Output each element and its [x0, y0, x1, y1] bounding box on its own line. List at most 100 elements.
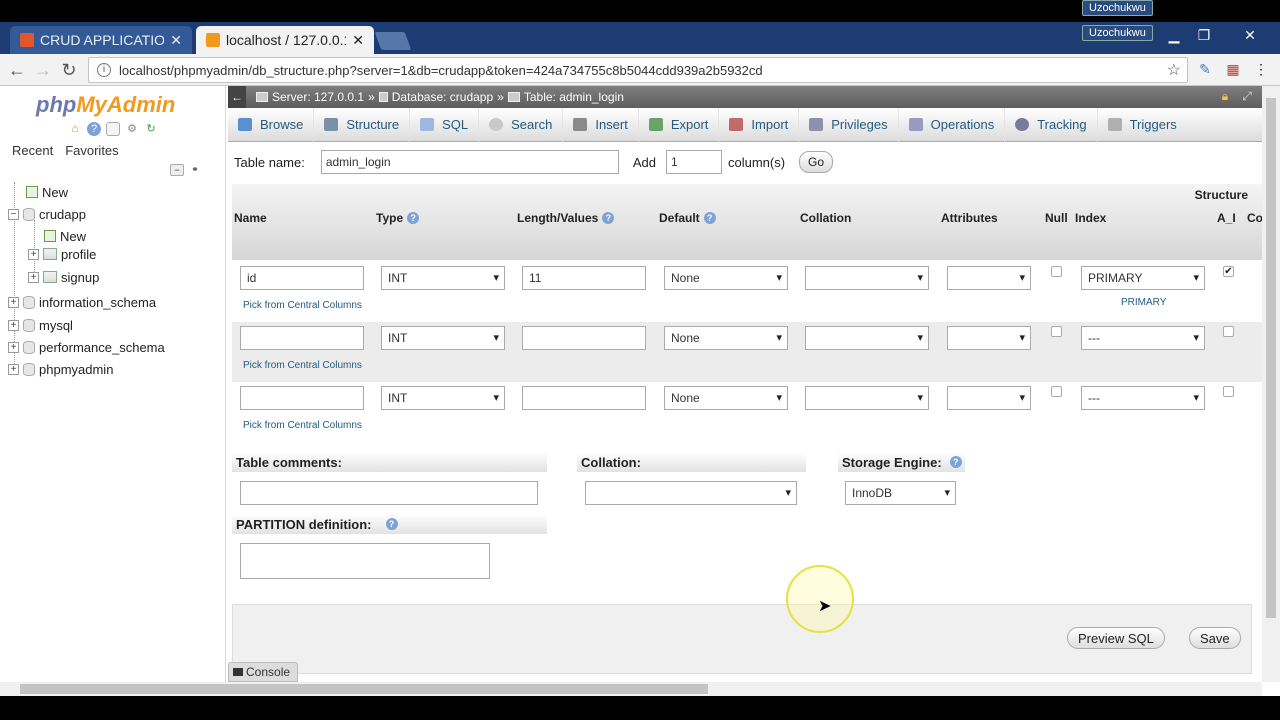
- default-select[interactable]: None: [664, 386, 788, 410]
- lock-icon[interactable]: 🔒︎: [1218, 89, 1232, 103]
- menu-import[interactable]: Import: [719, 107, 800, 142]
- expand-icon[interactable]: +: [28, 271, 39, 283]
- attributes-select[interactable]: [947, 266, 1031, 290]
- address-bar[interactable]: i localhost/phpmyadmin/db_structure.php?…: [88, 57, 1188, 83]
- breadcrumb-database[interactable]: Database: crudapp: [378, 90, 493, 104]
- add-columns-input[interactable]: 1: [665, 150, 722, 174]
- collapse-all-icon[interactable]: −: [170, 164, 184, 176]
- type-select[interactable]: INT: [381, 266, 505, 290]
- pick-central-columns-link[interactable]: Pick from Central Columns: [243, 300, 362, 311]
- collation-select[interactable]: [805, 386, 929, 410]
- menu-triggers[interactable]: Triggers: [1098, 108, 1187, 142]
- length-input[interactable]: [522, 326, 646, 350]
- help-icon[interactable]: ?: [949, 456, 962, 468]
- tree-item-information-schema[interactable]: + information_schema: [8, 292, 156, 312]
- close-panel-icon[interactable]: ⤢: [1240, 89, 1254, 103]
- tab-phpmyadmin[interactable]: localhost / 127.0.0.1 ✕: [196, 26, 374, 54]
- tree-item-crudapp[interactable]: − crudapp: [8, 204, 86, 224]
- close-icon[interactable]: ✕: [352, 32, 364, 49]
- recent-tab[interactable]: Recent: [12, 143, 53, 158]
- star-icon[interactable]: ☆: [1167, 60, 1181, 80]
- default-select[interactable]: None: [664, 326, 788, 350]
- menu-kebab-icon[interactable]: ⋮: [1252, 60, 1270, 78]
- profile-user-badge[interactable]: Uzochukwu: [1082, 25, 1153, 41]
- refresh-icon[interactable]: ↻: [144, 122, 158, 136]
- attributes-select[interactable]: [947, 386, 1031, 410]
- horizontal-scrollbar[interactable]: [0, 682, 1262, 696]
- ai-checkbox[interactable]: [1223, 326, 1234, 337]
- expand-icon[interactable]: +: [8, 363, 19, 375]
- preview-sql-button[interactable]: Preview SQL: [1067, 627, 1165, 649]
- scrollbar-thumb[interactable]: [1266, 98, 1276, 618]
- back-arrow-icon[interactable]: ←: [6, 59, 28, 81]
- tree-item-performance-schema[interactable]: + performance_schema: [8, 337, 165, 357]
- doc-page-icon[interactable]: [106, 122, 120, 136]
- index-name-link[interactable]: PRIMARY: [1121, 297, 1166, 308]
- null-checkbox[interactable]: [1051, 266, 1062, 277]
- phpmyadmin-logo[interactable]: phpMyAdmin: [36, 92, 175, 118]
- collation-select[interactable]: [805, 326, 929, 350]
- expand-icon[interactable]: +: [8, 296, 19, 308]
- forward-arrow-icon[interactable]: →: [32, 59, 54, 81]
- index-select[interactable]: PRIMARY: [1081, 266, 1205, 290]
- go-button[interactable]: Go: [799, 151, 834, 173]
- extension-brush-icon[interactable]: ✎: [1196, 60, 1214, 78]
- minimize-icon[interactable]: ▁: [1160, 24, 1188, 46]
- menu-tracking[interactable]: Tracking: [1005, 107, 1098, 142]
- tree-item-mysql[interactable]: + mysql: [8, 315, 73, 335]
- type-select[interactable]: INT: [381, 386, 505, 410]
- collation-select[interactable]: [805, 266, 929, 290]
- home-icon[interactable]: ⌂: [68, 122, 82, 136]
- expand-icon[interactable]: +: [8, 341, 19, 353]
- menu-browse[interactable]: Browse: [228, 107, 315, 142]
- menu-operations[interactable]: Operations: [899, 107, 1006, 142]
- expand-icon[interactable]: +: [28, 248, 39, 260]
- menu-search[interactable]: Search: [479, 107, 564, 142]
- length-input[interactable]: 11: [522, 266, 646, 290]
- attributes-select[interactable]: [947, 326, 1031, 350]
- console-toggle[interactable]: Console: [228, 662, 298, 682]
- breadcrumb-table[interactable]: Table: admin_login: [507, 90, 624, 104]
- window-close-icon[interactable]: ✕: [1236, 24, 1264, 46]
- breadcrumb-server[interactable]: Server: 127.0.0.1: [256, 90, 364, 104]
- index-select[interactable]: ---: [1081, 326, 1205, 350]
- length-input[interactable]: [522, 386, 646, 410]
- column-name-input[interactable]: [240, 326, 364, 350]
- reload-icon[interactable]: ↻: [58, 59, 80, 81]
- menu-privileges[interactable]: Privileges: [799, 107, 899, 142]
- tree-item-new[interactable]: New: [26, 182, 68, 202]
- expand-icon[interactable]: +: [8, 319, 19, 331]
- ai-checkbox[interactable]: ✔: [1223, 266, 1234, 277]
- default-select[interactable]: None: [664, 266, 788, 290]
- menu-sql[interactable]: SQL: [410, 107, 480, 142]
- favorites-tab[interactable]: Favorites: [65, 143, 118, 158]
- collapse-nav-arrow-icon[interactable]: ←: [228, 86, 246, 108]
- help-icon[interactable]: ?: [602, 212, 615, 224]
- menu-structure[interactable]: Structure: [314, 107, 411, 142]
- storage-engine-select[interactable]: InnoDB: [845, 481, 956, 505]
- tab-crud-application[interactable]: CRUD APPLICATION ✕: [10, 26, 192, 54]
- vertical-scrollbar[interactable]: [1262, 86, 1280, 682]
- scrollbar-thumb[interactable]: [20, 684, 708, 694]
- table-comments-input[interactable]: [240, 481, 538, 505]
- user-badge[interactable]: Uzochukwu: [1082, 0, 1153, 16]
- pick-central-columns-link[interactable]: Pick from Central Columns: [243, 360, 362, 371]
- help-icon[interactable]: ?: [407, 212, 420, 224]
- ai-checkbox[interactable]: [1223, 386, 1234, 397]
- info-icon[interactable]: i: [97, 63, 111, 77]
- extension-grid-icon[interactable]: ▦: [1224, 60, 1242, 78]
- column-name-input[interactable]: [240, 386, 364, 410]
- pick-central-columns-link[interactable]: Pick from Central Columns: [243, 420, 362, 431]
- table-collation-select[interactable]: [585, 481, 797, 505]
- link-icon[interactable]: ⚭: [188, 164, 202, 176]
- index-select[interactable]: ---: [1081, 386, 1205, 410]
- column-name-input[interactable]: id: [240, 266, 364, 290]
- tree-item-signup[interactable]: + signup: [28, 267, 99, 287]
- help-icon[interactable]: ?: [385, 518, 398, 530]
- type-select[interactable]: INT: [381, 326, 505, 350]
- docs-icon[interactable]: ?: [87, 122, 101, 136]
- help-icon[interactable]: ?: [703, 212, 716, 224]
- collapse-icon[interactable]: −: [8, 208, 19, 220]
- save-button[interactable]: Save: [1189, 627, 1241, 649]
- maximize-icon[interactable]: ❐: [1190, 24, 1218, 46]
